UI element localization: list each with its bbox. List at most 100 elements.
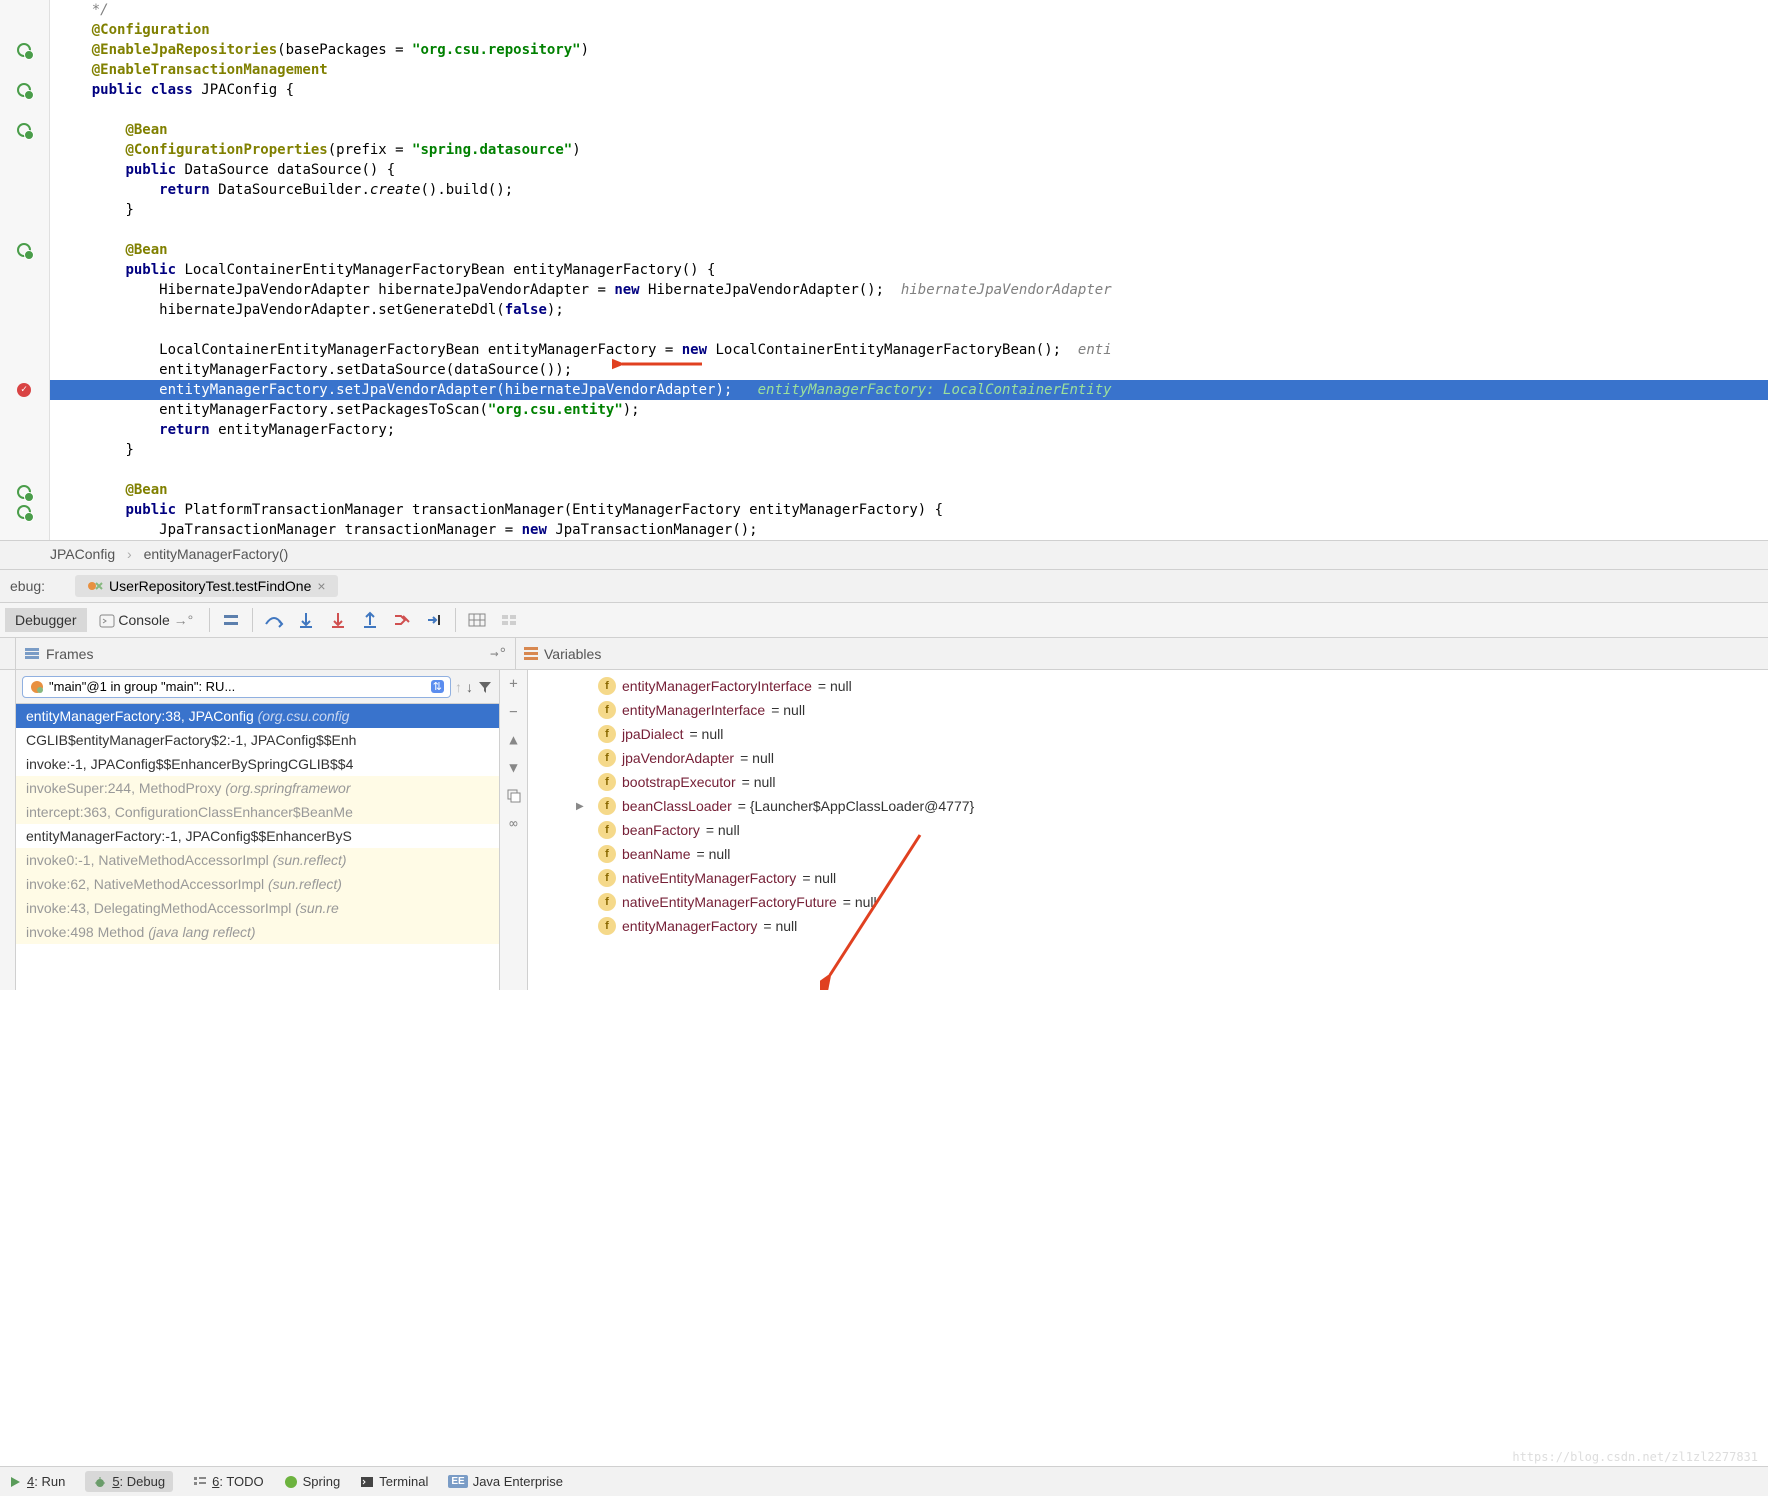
frame-item[interactable]: entityManagerFactory:38, JPAConfig (org.… bbox=[16, 704, 499, 728]
bottom-run-tab[interactable]: 4: Run bbox=[8, 1474, 65, 1489]
code-line[interactable] bbox=[50, 460, 1768, 480]
step-out-icon[interactable] bbox=[355, 605, 385, 635]
code-line[interactable]: entityManagerFactory.setDataSource(dataS… bbox=[50, 360, 1768, 380]
code-line[interactable]: @Configuration bbox=[50, 20, 1768, 40]
step-over-icon[interactable] bbox=[259, 605, 289, 635]
step-into-icon[interactable] bbox=[291, 605, 321, 635]
debug-run-config-tab[interactable]: UserRepositoryTest.testFindOne × bbox=[75, 575, 338, 597]
code-line[interactable]: public class JPAConfig { bbox=[50, 80, 1768, 100]
code-line[interactable]: JpaTransactionManager transactionManager… bbox=[50, 520, 1768, 540]
field-badge-icon: f bbox=[598, 869, 616, 887]
code-line[interactable]: } bbox=[50, 200, 1768, 220]
evaluate-expression-icon[interactable] bbox=[462, 605, 492, 635]
variable-row[interactable]: fentityManagerInterface = null bbox=[528, 698, 1768, 722]
debug-left-buttons[interactable] bbox=[0, 670, 16, 990]
debug-label: ebug: bbox=[0, 578, 55, 594]
frame-item[interactable]: invoke0:-1, NativeMethodAccessorImpl (su… bbox=[16, 848, 499, 872]
run-to-cursor-icon[interactable] bbox=[419, 605, 449, 635]
frames-list[interactable]: entityManagerFactory:38, JPAConfig (org.… bbox=[16, 704, 499, 990]
frame-item[interactable]: CGLIB$entityManagerFactory$2:-1, JPAConf… bbox=[16, 728, 499, 752]
up-icon[interactable]: ▲ bbox=[504, 730, 524, 750]
down-icon[interactable]: ▼ bbox=[504, 758, 524, 778]
variable-row[interactable]: fbootstrapExecutor = null bbox=[528, 770, 1768, 794]
bottom-debug-tab[interactable]: 5: Debug bbox=[85, 1471, 173, 1492]
frame-item[interactable]: invoke:62, NativeMethodAccessorImpl (sun… bbox=[16, 872, 499, 896]
code-line[interactable]: HibernateJpaVendorAdapter hibernateJpaVe… bbox=[50, 280, 1768, 300]
close-icon[interactable]: × bbox=[317, 578, 325, 594]
variable-row[interactable]: fnativeEntityManagerFactoryFuture = null bbox=[528, 890, 1768, 914]
code-line[interactable]: @Bean bbox=[50, 240, 1768, 260]
frame-item[interactable]: entityManagerFactory:-1, JPAConfig$$Enha… bbox=[16, 824, 499, 848]
frame-item[interactable]: intercept:363, ConfigurationClassEnhance… bbox=[16, 800, 499, 824]
code-line[interactable]: @EnableTransactionManagement bbox=[50, 60, 1768, 80]
code-line[interactable] bbox=[50, 320, 1768, 340]
code-line[interactable]: entityManagerFactory.setPackagesToScan("… bbox=[50, 400, 1768, 420]
variable-row[interactable]: fjpaDialect = null bbox=[528, 722, 1768, 746]
breadcrumb-method[interactable]: entityManagerFactory() bbox=[144, 546, 289, 562]
show-execution-point-icon[interactable] bbox=[216, 605, 246, 635]
thread-dropdown-icon[interactable]: ⇅ bbox=[431, 680, 444, 693]
variable-row[interactable]: fentityManagerFactoryInterface = null bbox=[528, 674, 1768, 698]
code-line[interactable]: @ConfigurationProperties(prefix = "sprin… bbox=[50, 140, 1768, 160]
frame-item[interactable]: invoke:43, DelegatingMethodAccessorImpl … bbox=[16, 896, 499, 920]
spring-bean-icon[interactable] bbox=[14, 502, 34, 522]
code-line[interactable]: LocalContainerEntityManagerFactoryBean e… bbox=[50, 340, 1768, 360]
variable-row[interactable]: ▶fbeanClassLoader = {Launcher$AppClassLo… bbox=[528, 794, 1768, 818]
console-tab[interactable]: Console →° bbox=[89, 608, 204, 632]
spring-bean-icon[interactable] bbox=[14, 240, 34, 260]
code-line[interactable]: public PlatformTransactionManager transa… bbox=[50, 500, 1768, 520]
bottom-todo-tab[interactable]: 6: TODO bbox=[193, 1474, 264, 1489]
bottom-spring-tab[interactable]: Spring bbox=[284, 1474, 341, 1489]
variable-row[interactable]: fbeanFactory = null bbox=[528, 818, 1768, 842]
code-line[interactable]: entityManagerFactory.setJpaVendorAdapter… bbox=[50, 380, 1768, 400]
code-editor: */ @Configuration @EnableJpaRepositories… bbox=[0, 0, 1768, 540]
arrow-up-icon[interactable]: ↑ bbox=[455, 679, 462, 695]
breakpoint-icon[interactable] bbox=[14, 380, 34, 400]
frame-item[interactable]: invokeSuper:244, MethodProxy (org.spring… bbox=[16, 776, 499, 800]
expand-icon[interactable]: ▶ bbox=[576, 801, 584, 812]
variable-name: entityManagerFactory bbox=[622, 918, 757, 934]
variable-row[interactable]: fbeanName = null bbox=[528, 842, 1768, 866]
code-line[interactable]: @Bean bbox=[50, 120, 1768, 140]
code-line[interactable]: public LocalContainerEntityManagerFactor… bbox=[50, 260, 1768, 280]
debugger-tab[interactable]: Debugger bbox=[5, 608, 87, 632]
frames-pin-icon[interactable]: →° bbox=[490, 646, 507, 662]
drop-frame-icon[interactable] bbox=[387, 605, 417, 635]
add-icon[interactable]: + bbox=[504, 674, 524, 694]
code-line[interactable]: } bbox=[50, 440, 1768, 460]
force-step-into-icon[interactable] bbox=[323, 605, 353, 635]
frame-item[interactable]: invoke:-1, JPAConfig$$EnhancerBySpringCG… bbox=[16, 752, 499, 776]
code-line[interactable] bbox=[50, 100, 1768, 120]
code-line[interactable]: @Bean bbox=[50, 480, 1768, 500]
bottom-javaee-tab[interactable]: EE Java Enterprise bbox=[448, 1474, 563, 1489]
variable-name: jpaVendorAdapter bbox=[622, 750, 734, 766]
code-line[interactable]: return entityManagerFactory; bbox=[50, 420, 1768, 440]
remove-icon[interactable]: − bbox=[504, 702, 524, 722]
todo-label: : TODO bbox=[219, 1474, 263, 1489]
code-line[interactable]: @EnableJpaRepositories(basePackages = "o… bbox=[50, 40, 1768, 60]
code-text-area[interactable]: */ @Configuration @EnableJpaRepositories… bbox=[50, 0, 1768, 540]
bottom-terminal-tab[interactable]: Terminal bbox=[360, 1474, 428, 1489]
spring-bean-icon[interactable] bbox=[14, 482, 34, 502]
arrow-down-icon[interactable]: ↓ bbox=[466, 679, 473, 695]
variable-row[interactable]: fentityManagerFactory = null bbox=[528, 914, 1768, 938]
code-line[interactable]: */ bbox=[50, 0, 1768, 20]
frame-item[interactable]: invoke:498 Method (java lang reflect) bbox=[16, 920, 499, 944]
variable-row[interactable]: fjpaVendorAdapter = null bbox=[528, 746, 1768, 770]
copy-icon[interactable] bbox=[504, 786, 524, 806]
filter-icon[interactable] bbox=[477, 679, 493, 695]
spring-bean-icon[interactable] bbox=[14, 40, 34, 60]
code-line[interactable] bbox=[50, 220, 1768, 240]
breadcrumb-class[interactable]: JPAConfig bbox=[50, 546, 115, 562]
breadcrumb[interactable]: JPAConfig › entityManagerFactory() bbox=[0, 540, 1768, 570]
link-icon[interactable]: ∞ bbox=[504, 814, 524, 834]
thread-selector[interactable]: "main"@1 in group "main": RU... ⇅ bbox=[22, 676, 451, 698]
variable-row[interactable]: fnativeEntityManagerFactory = null bbox=[528, 866, 1768, 890]
spring-bean-icon[interactable] bbox=[14, 120, 34, 140]
code-line[interactable]: return DataSourceBuilder.create().build(… bbox=[50, 180, 1768, 200]
settings-icon[interactable] bbox=[494, 605, 524, 635]
variables-panel[interactable]: fentityManagerFactoryInterface = nullfen… bbox=[528, 670, 1768, 990]
code-line[interactable]: hibernateJpaVendorAdapter.setGenerateDdl… bbox=[50, 300, 1768, 320]
spring-bean-icon[interactable] bbox=[14, 80, 34, 100]
code-line[interactable]: public DataSource dataSource() { bbox=[50, 160, 1768, 180]
